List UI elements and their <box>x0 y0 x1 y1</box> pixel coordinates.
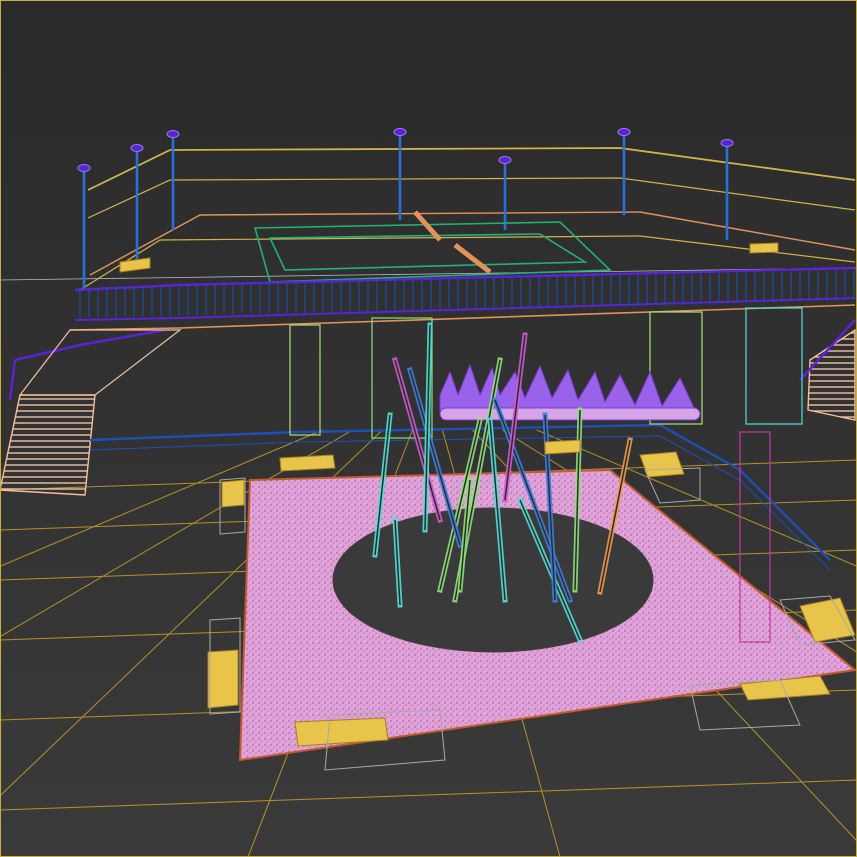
grass-planter[interactable] <box>439 363 701 421</box>
right-staircase[interactable] <box>799 319 856 421</box>
sports-court[interactable] <box>253 210 612 283</box>
grid-line-h <box>0 779 857 811</box>
bench <box>749 242 779 254</box>
bench <box>294 717 389 747</box>
wireframe-scene[interactable] <box>0 0 857 857</box>
left-staircase[interactable] <box>0 328 182 496</box>
pink-plaza-pad[interactable] <box>238 468 857 762</box>
lamp-head-icon <box>77 164 91 172</box>
bench <box>207 649 239 709</box>
circular-opening <box>332 507 654 653</box>
lamp-head-icon <box>617 128 631 136</box>
lamp-head-icon <box>166 130 180 138</box>
lamp-head-icon <box>393 128 407 136</box>
bench <box>279 454 336 472</box>
upper-deck-fence[interactable] <box>79 147 856 291</box>
3d-viewport[interactable] <box>0 0 857 857</box>
bench <box>119 257 151 273</box>
bench <box>221 479 245 508</box>
bench <box>544 439 581 455</box>
lamp-head-icon <box>720 139 734 147</box>
lamp-posts[interactable] <box>77 128 734 291</box>
lamp-head-icon <box>130 144 144 152</box>
lamp-head-icon <box>498 156 512 164</box>
